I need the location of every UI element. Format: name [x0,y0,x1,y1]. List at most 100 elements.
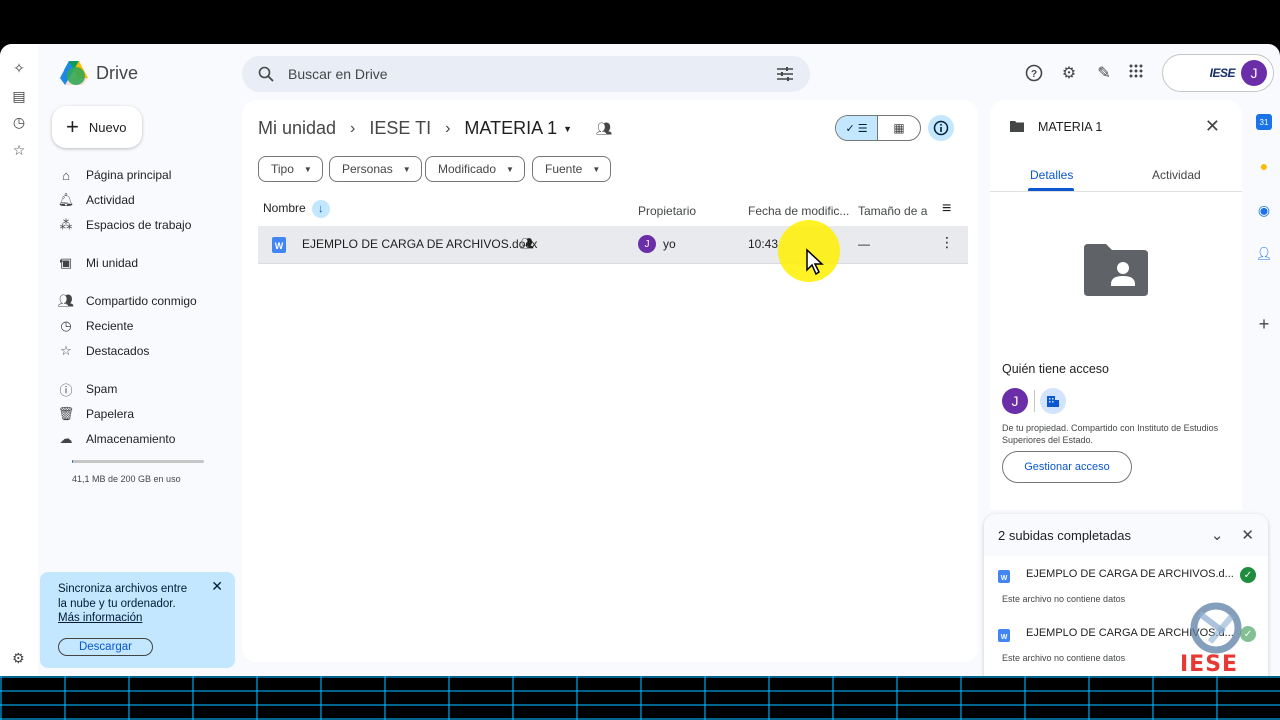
caret-down-icon: ▼ [402,164,411,174]
gear-icon[interactable]: ⚙ [12,650,25,667]
sidebar-item-label: Espacios de trabajo [86,218,192,232]
upload-file-name: EJEMPLO DE CARGA DE ARCHIVOS.d... [1026,568,1234,580]
star-rail-icon[interactable]: ☆ [11,142,27,158]
people-icon: 👥︎ [57,293,75,308]
help-icon[interactable]: ? [1024,64,1044,84]
contacts-addon-icon[interactable]: 👤︎ [1256,246,1273,262]
sidebar-item-trash[interactable]: 🗑︎ Papelera [58,401,134,427]
settings-icon[interactable]: ⚙ [1059,64,1079,84]
sidebar-item-workspaces[interactable]: ⁂ Espacios de trabajo [58,212,192,238]
sidebar-item-my-drive[interactable]: ▣ Mi unidad [58,250,138,276]
history-icon[interactable]: ◷ [11,114,27,130]
mouse-cursor-icon [806,248,824,276]
file-name[interactable]: EJEMPLO DE CARGA DE ARCHIVOS.docx [302,237,537,251]
manage-access-button[interactable]: Gestionar acceso [1002,451,1132,483]
calendar-addon-icon[interactable]: 31 [1256,114,1272,130]
star-icon: ☆ [60,343,72,358]
sidebar-item-label: Mi unidad [86,256,139,270]
breadcrumb-current[interactable]: MATERIA 1 ▼ [464,118,572,139]
drive-logo[interactable]: Drive [60,60,138,86]
close-icon[interactable]: ✕ [211,578,223,595]
sidebar-item-label: Actividad [86,193,135,207]
plus-icon: + [66,114,79,139]
table-row[interactable]: W EJEMPLO DE CARGA DE ARCHIVOS.docx 👥︎ J… [258,226,968,264]
add-addon-icon[interactable]: + [1256,314,1272,334]
view-toggle: ✓ ☰ ▦ [835,115,921,141]
chevron-right-icon: › [445,119,451,137]
apps-grid-icon[interactable] [1126,64,1146,84]
storage-bar [72,460,204,463]
new-button[interactable]: + Nuevo [52,106,142,148]
keep-addon-icon[interactable]: ● [1256,158,1272,174]
drive-rail-icon[interactable]: ▤ [11,88,27,104]
sidebar-item-starred[interactable]: ☆ Destacados [58,338,149,364]
details-title: MATERIA 1 [1038,120,1103,134]
search-options-icon[interactable] [776,66,794,82]
collapse-icon[interactable]: ⌄ [1211,526,1224,544]
close-icon[interactable]: ✕ [1205,116,1220,137]
expand-arrow-icon[interactable]: ▸ [60,257,64,265]
bell-icon: 🔔︎ [57,192,75,207]
shared-folder-large-icon [1084,244,1148,296]
close-icon[interactable]: ✕ [1241,526,1254,544]
shared-folder-icon [1010,121,1024,132]
more-info-link[interactable]: Más información [58,612,217,624]
breadcrumb-root[interactable]: Mi unidad [258,118,336,139]
search-input[interactable]: Buscar en Drive [288,66,776,82]
search-bar[interactable]: Buscar en Drive [242,56,810,92]
spam-icon: ⓘ [59,382,73,398]
column-header-name[interactable]: Nombre ↓ [263,200,330,218]
sort-down-icon[interactable]: ↓ [311,200,330,218]
filter-source[interactable]: Fuente ▼ [532,156,612,182]
sidebar-item-spam[interactable]: ⓘ Spam [58,376,117,402]
tab-details[interactable]: Detalles [1030,168,1073,182]
browser-window: ✧ ▤ ◷ ☆ Drive Buscar en Drive ? ⚙ ✎ IESE… [0,44,1280,676]
column-header-modified[interactable]: Fecha de modific... [748,204,849,218]
filter-label: Tipo [271,162,294,176]
access-title: Quién tiene acceso [1002,362,1110,376]
filter-label: Fuente [545,162,583,176]
filter-people[interactable]: Personas ▼ [329,156,422,182]
sidebar-item-recent[interactable]: ◷ Reciente [58,313,133,339]
breadcrumb-current-label: MATERIA 1 [464,118,558,138]
sidebar-item-label: Compartido conmigo [86,294,197,308]
home-icon: ⌂ [62,167,70,183]
file-size: — [858,237,870,251]
breadcrumb-middle[interactable]: IESE TI [369,118,431,139]
extensions-icon[interactable]: ✎ [1094,64,1114,84]
chevron-right-icon: › [350,119,356,137]
column-header-size[interactable]: Tamaño de a [858,204,927,218]
sidebar-item-label: Destacados [86,344,150,358]
shared-icon: 👥︎ [520,238,534,250]
storage-fill [72,460,74,463]
list-view-button[interactable]: ✓ ☰ [836,116,879,140]
word-doc-icon: W [998,570,1010,583]
sidebar-item-storage[interactable]: ☁ Almacenamiento [58,426,176,452]
sparkle-icon[interactable]: ✧ [11,60,27,76]
grid-view-button[interactable]: ▦ [878,116,920,140]
filter-type[interactable]: Tipo ▼ [258,156,323,182]
background-grid [0,672,1280,720]
sidebar-item-shared[interactable]: 👥︎ Compartido conmigo [58,288,197,314]
column-header-owner: Propietario [638,204,697,218]
upload-file-status: Este archivo no contiene datos [1002,653,1126,663]
tab-activity[interactable]: Actividad [1152,168,1201,182]
sort-options-icon[interactable]: ≡ [942,200,951,218]
sidebar-item-activity[interactable]: 🔔︎ Actividad [58,187,135,213]
trash-icon: 🗑︎ [57,406,75,421]
sidebar-item-home[interactable]: ⌂ Página principal [58,162,171,188]
more-options-icon[interactable]: ⋮ [940,234,954,251]
account-avatar[interactable]: J [1241,60,1267,86]
org-logo: IESE [1209,66,1236,80]
svg-text:W: W [275,241,284,251]
account-switcher[interactable]: IESE J [1162,54,1274,92]
left-rail: ✧ ▤ ◷ ☆ [0,44,38,676]
info-button[interactable] [928,115,954,141]
building-icon [1040,388,1066,414]
svg-text:?: ? [1031,69,1037,80]
filter-modified[interactable]: Modificado ▼ [425,156,525,182]
sync-text: Sincroniza archivos entre la nube y tu o… [58,583,188,610]
tasks-addon-icon[interactable]: ◉ [1256,202,1272,218]
download-button[interactable]: Descargar [58,638,153,656]
shared-folder-icon[interactable]: 👥︎ [596,121,613,137]
